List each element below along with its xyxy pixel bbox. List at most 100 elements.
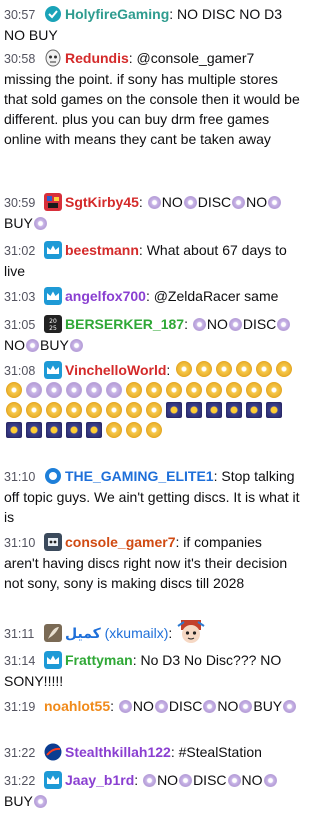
gold-disc-emote-icon[interactable] (206, 382, 222, 398)
feather-badge-icon[interactable] (44, 624, 62, 642)
anime-emote-icon[interactable] (176, 618, 206, 646)
disc-emote-icon[interactable] (232, 196, 246, 209)
disc-emote-icon[interactable] (192, 318, 206, 331)
disc-emote-icon[interactable] (179, 774, 193, 787)
disc-emote-icon[interactable] (66, 382, 82, 398)
nasa-badge-icon[interactable] (44, 743, 62, 761)
disc-emote-icon[interactable] (277, 318, 291, 331)
message-text: NO (241, 772, 263, 788)
message-timestamp: 31:03 (4, 290, 36, 304)
disc-emote-icon[interactable] (143, 774, 157, 787)
disc-emote-icon[interactable] (26, 339, 39, 352)
disc-box-emote-icon[interactable] (186, 402, 202, 418)
disc-emote-icon[interactable] (86, 382, 102, 398)
gold-disc-emote-icon[interactable] (106, 422, 122, 438)
message-text: NO (4, 337, 25, 353)
dark-badge-icon[interactable]: 20 25 (44, 315, 62, 333)
disc-box-emote-icon[interactable] (206, 402, 222, 418)
disc-box-emote-icon[interactable] (26, 422, 42, 438)
disc-emote-icon[interactable] (33, 795, 47, 808)
disc-emote-icon[interactable] (227, 774, 241, 787)
message-text: : (138, 194, 147, 210)
gold-disc-emote-icon[interactable] (216, 361, 233, 377)
disc-emote-icon[interactable] (203, 700, 217, 713)
username[interactable]: كميل (65, 625, 101, 641)
username[interactable]: HolyfireGaming (65, 6, 169, 22)
username[interactable]: Redundis (65, 50, 129, 66)
gold-disc-emote-icon[interactable] (146, 382, 162, 398)
gold-disc-emote-icon[interactable] (166, 382, 182, 398)
username[interactable]: VinchelloWorld (65, 362, 166, 378)
gold-disc-emote-icon[interactable] (146, 422, 162, 438)
gold-disc-emote-icon[interactable] (236, 361, 253, 377)
message-timestamp: 31:11 (4, 627, 35, 641)
username[interactable]: SgtKirby45 (65, 194, 139, 210)
disc-emote-icon[interactable] (118, 700, 132, 713)
username-login[interactable]: (xkumailx) (101, 625, 169, 641)
username[interactable]: noahlot55 (44, 698, 110, 714)
disc-emote-icon[interactable] (147, 196, 161, 209)
gold-disc-emote-icon[interactable] (196, 361, 213, 377)
username[interactable]: angelfox700 (65, 288, 146, 304)
disc-box-emote-icon[interactable] (226, 402, 242, 418)
username[interactable]: Jaay_b1rd (65, 772, 134, 788)
chat-message: 31:19 noahlot55: NO DISC NO BUY (0, 696, 304, 717)
disc-box-emote-icon[interactable] (266, 402, 282, 418)
crown-badge-icon[interactable] (44, 771, 62, 789)
gold-disc-emote-icon[interactable] (6, 382, 22, 398)
disc-emote-icon[interactable] (283, 700, 297, 713)
gold-disc-emote-icon[interactable] (186, 382, 202, 398)
disc-box-emote-icon[interactable] (66, 422, 82, 438)
gold-disc-emote-icon[interactable] (86, 402, 102, 418)
svg-text:20: 20 (49, 318, 57, 325)
gold-disc-emote-icon[interactable] (6, 402, 22, 418)
disc-emote-icon[interactable] (228, 318, 242, 331)
crown-badge-icon[interactable] (44, 361, 62, 379)
disc-box-emote-icon[interactable] (46, 422, 62, 438)
gold-disc-emote-icon[interactable] (246, 382, 262, 398)
mask-badge-icon[interactable] (44, 49, 62, 67)
gold-disc-emote-icon[interactable] (176, 361, 193, 377)
disc-emote-icon[interactable] (26, 382, 42, 398)
gold-disc-emote-icon[interactable] (46, 402, 62, 418)
disc-emote-icon[interactable] (46, 382, 62, 398)
gold-disc-emote-icon[interactable] (266, 382, 282, 398)
message-text: NO (217, 698, 239, 714)
username[interactable]: Stealthkillah122 (65, 744, 171, 760)
circle-teal-badge-icon[interactable] (44, 5, 62, 23)
disc-emote-icon[interactable] (268, 196, 282, 209)
disc-box-emote-icon[interactable] (6, 422, 22, 438)
gold-disc-emote-icon[interactable] (106, 402, 122, 418)
crown-badge-icon[interactable] (44, 651, 62, 669)
gold-disc-emote-icon[interactable] (126, 422, 142, 438)
crown-badge-icon[interactable] (44, 287, 62, 305)
gold-disc-emote-icon[interactable] (256, 361, 273, 377)
disc-emote-icon[interactable] (239, 700, 253, 713)
circle-blue-badge-icon[interactable] (44, 467, 62, 485)
gold-disc-emote-icon[interactable] (26, 402, 42, 418)
disc-emote-icon[interactable] (154, 700, 168, 713)
pixel-badge-icon[interactable] (44, 193, 62, 211)
disc-emote-icon[interactable] (69, 339, 83, 352)
message-text: : (184, 316, 192, 332)
username[interactable]: THE_GAMING_ELITE1 (65, 468, 214, 484)
disc-emote-icon[interactable] (183, 196, 197, 209)
gold-disc-emote-icon[interactable] (276, 361, 293, 377)
gold-disc-emote-icon[interactable] (126, 382, 142, 398)
crown-badge-icon[interactable] (44, 241, 62, 259)
disc-box-emote-icon[interactable] (166, 402, 182, 418)
disc-emote-icon[interactable] (33, 217, 47, 230)
disc-box-emote-icon[interactable] (246, 402, 262, 418)
gold-disc-emote-icon[interactable] (66, 402, 82, 418)
disc-box-emote-icon[interactable] (86, 422, 102, 438)
username[interactable]: console_gamer7 (65, 534, 176, 550)
gold-disc-emote-icon[interactable] (226, 382, 242, 398)
gold-disc-emote-icon[interactable] (126, 402, 142, 418)
username[interactable]: Frattyman (65, 652, 133, 668)
robot-badge-icon[interactable] (44, 533, 62, 551)
gold-disc-emote-icon[interactable] (146, 402, 162, 418)
disc-emote-icon[interactable] (263, 774, 277, 787)
disc-emote-icon[interactable] (106, 382, 122, 398)
username[interactable]: BERSERKER_187 (65, 316, 184, 332)
username[interactable]: beestmann (65, 242, 139, 258)
